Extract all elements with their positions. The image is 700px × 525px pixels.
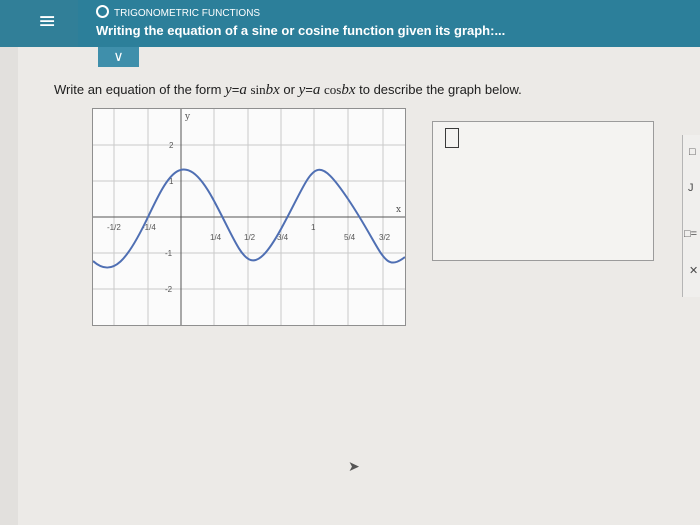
collapse-button[interactable]: ∨ [98,47,139,67]
x-tick-five-quarter: 5/4 [344,233,356,242]
left-gutter [0,47,18,525]
graph-plot: y x 2 1 -1 -2 -1/2 -1/4 1/4 1/2 3/4 1 5/… [92,109,406,325]
y-axis-label: y [184,112,191,122]
y-tick-neg2: -2 [165,285,173,294]
hamburger-icon: ≡ [38,9,56,34]
x-tick-one: 1 [311,223,316,232]
answer-box[interactable] [432,121,654,261]
side-symbol-close[interactable]: ✕ [689,264,698,277]
problem-prompt: Write an equation of the form y=a sinbx … [54,82,522,98]
section-title: TRIGONOMETRIC FUNCTIONS [96,5,260,19]
sine-graph: y x 2 1 -1 -2 -1/2 -1/4 1/4 1/2 3/4 1 5/… [92,108,406,326]
y-tick-2: 2 [169,141,174,150]
x-tick-neg-half: -1/2 [107,223,121,232]
y-tick-neg1: -1 [165,249,173,258]
mouse-cursor-icon: ➤ [348,458,360,474]
section-circle-icon [96,5,109,18]
answer-input[interactable] [445,128,459,148]
x-tick-half: 1/2 [244,233,256,242]
menu-button[interactable]: ≡ [0,0,78,47]
x-tick-three-half: 3/2 [379,233,391,242]
side-symbol-j[interactable]: J [688,182,696,194]
chevron-down-icon: ∨ [113,48,124,64]
side-symbol-equals[interactable]: □= [684,228,697,240]
side-symbol-box[interactable]: □ [689,146,696,158]
x-axis-label: x [396,205,401,215]
x-tick-quarter: 1/4 [210,233,222,242]
topic-title: Writing the equation of a sine or cosine… [96,23,506,38]
